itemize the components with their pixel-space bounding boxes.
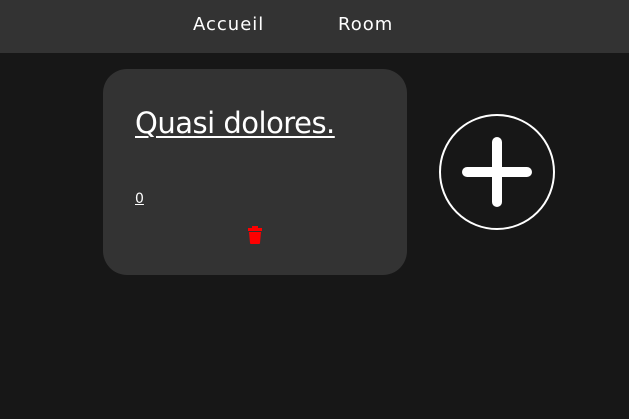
top-nav-bar: Accueil Room: [0, 0, 629, 53]
trash-icon[interactable]: [247, 226, 263, 244]
nav-link-accueil[interactable]: Accueil: [193, 14, 264, 36]
add-room-button[interactable]: [439, 114, 555, 230]
plus-icon: [462, 137, 532, 207]
room-card-title[interactable]: Quasi dolores.: [135, 103, 335, 143]
room-card-count[interactable]: 0: [135, 191, 144, 207]
room-card: Quasi dolores. 0: [103, 69, 407, 275]
nav-link-room[interactable]: Room: [338, 14, 393, 36]
